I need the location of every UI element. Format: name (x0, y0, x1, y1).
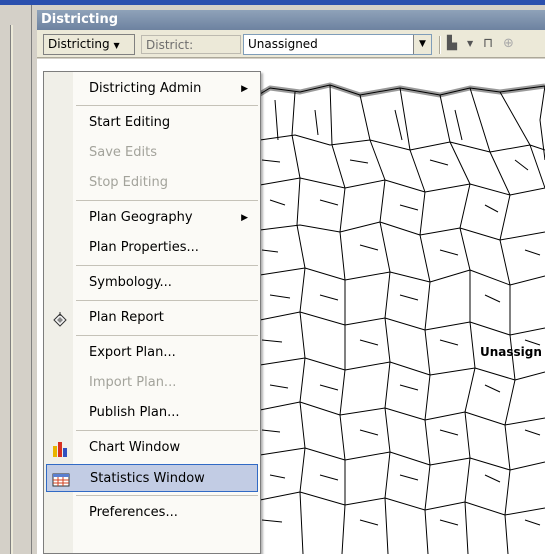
menu-item-save-edits: Save Edits (46, 139, 258, 167)
chevron-down-icon[interactable]: ▼ (413, 35, 431, 54)
menu-item-label: Import Plan... (89, 375, 177, 390)
menu-item-plan-geography[interactable]: Plan Geography ▶ (46, 204, 258, 232)
menu-item-label: Plan Report (89, 310, 164, 325)
menu-item-label: Plan Properties... (89, 240, 199, 255)
submenu-arrow-icon: ▶ (241, 84, 248, 94)
menu-item-label: Chart Window (89, 440, 181, 455)
menu-separator (76, 200, 258, 201)
districting-menu-button[interactable]: Districting ▼ (43, 34, 135, 55)
menu-item-export-plan[interactable]: Export Plan... (46, 339, 258, 367)
paint-tool-icon[interactable]: ▙ (447, 37, 457, 51)
menu-item-label: Statistics Window (90, 471, 205, 486)
submenu-arrow-icon: ▶ (241, 213, 248, 223)
districting-button-label: Districting (48, 37, 110, 51)
menu-separator (76, 105, 258, 106)
menu-item-import-plan: Import Plan... (46, 369, 258, 397)
toolbar-separator (439, 36, 441, 54)
menu-item-stop-editing: Stop Editing (46, 169, 258, 197)
districting-dropdown-menu: Districting Admin ▶ Start Editing Save E… (43, 71, 261, 554)
menu-item-label: Preferences... (89, 505, 178, 520)
menu-separator (76, 335, 258, 336)
menu-item-publish-plan[interactable]: Publish Plan... (46, 399, 258, 427)
menu-item-chart-window[interactable]: Chart Window (46, 434, 258, 462)
menu-item-label: Plan Geography (89, 210, 193, 225)
menu-item-label: Districting Admin (89, 81, 202, 96)
chart-icon (51, 440, 69, 457)
menu-separator (76, 265, 258, 266)
menu-item-plan-report[interactable]: Plan Report (46, 304, 258, 332)
lock-icon[interactable]: ⊓ (483, 37, 493, 51)
menu-item-label: Save Edits (89, 145, 157, 160)
window-title: Districting (37, 10, 545, 30)
menu-item-plan-properties[interactable]: Plan Properties... (46, 234, 258, 262)
menu-item-statistics-window[interactable]: Statistics Window (46, 464, 258, 492)
toolbar: Districting ▼ District: Unassigned ▼ ▙ ▼… (37, 30, 545, 58)
menu-separator (76, 300, 258, 301)
chevron-down-icon[interactable]: ▼ (467, 37, 473, 51)
menu-item-label: Symbology... (89, 275, 172, 290)
district-select-value: Unassigned (248, 37, 318, 51)
menu-separator (76, 430, 258, 431)
map-district-label: Unassign (480, 345, 542, 359)
menu-item-label: Publish Plan... (89, 405, 180, 420)
menu-separator (76, 495, 258, 496)
chevron-down-icon: ▼ (113, 41, 120, 50)
menu-item-label: Start Editing (89, 115, 171, 130)
report-icon (51, 310, 69, 327)
zoom-icon[interactable]: ⊕ (503, 37, 514, 51)
dock-rail (10, 25, 13, 554)
menu-item-symbology[interactable]: Symbology... (46, 269, 258, 297)
menu-item-preferences[interactable]: Preferences... (46, 499, 258, 527)
menu-item-label: Stop Editing (89, 175, 168, 190)
menu-item-districting-admin[interactable]: Districting Admin ▶ (46, 75, 258, 103)
menu-item-label: Export Plan... (89, 345, 176, 360)
district-select[interactable]: Unassigned ▼ (243, 34, 432, 55)
left-dock-bar (0, 5, 32, 554)
table-icon (52, 471, 70, 487)
menu-item-start-editing[interactable]: Start Editing (46, 109, 258, 137)
district-label: District: (141, 35, 241, 54)
